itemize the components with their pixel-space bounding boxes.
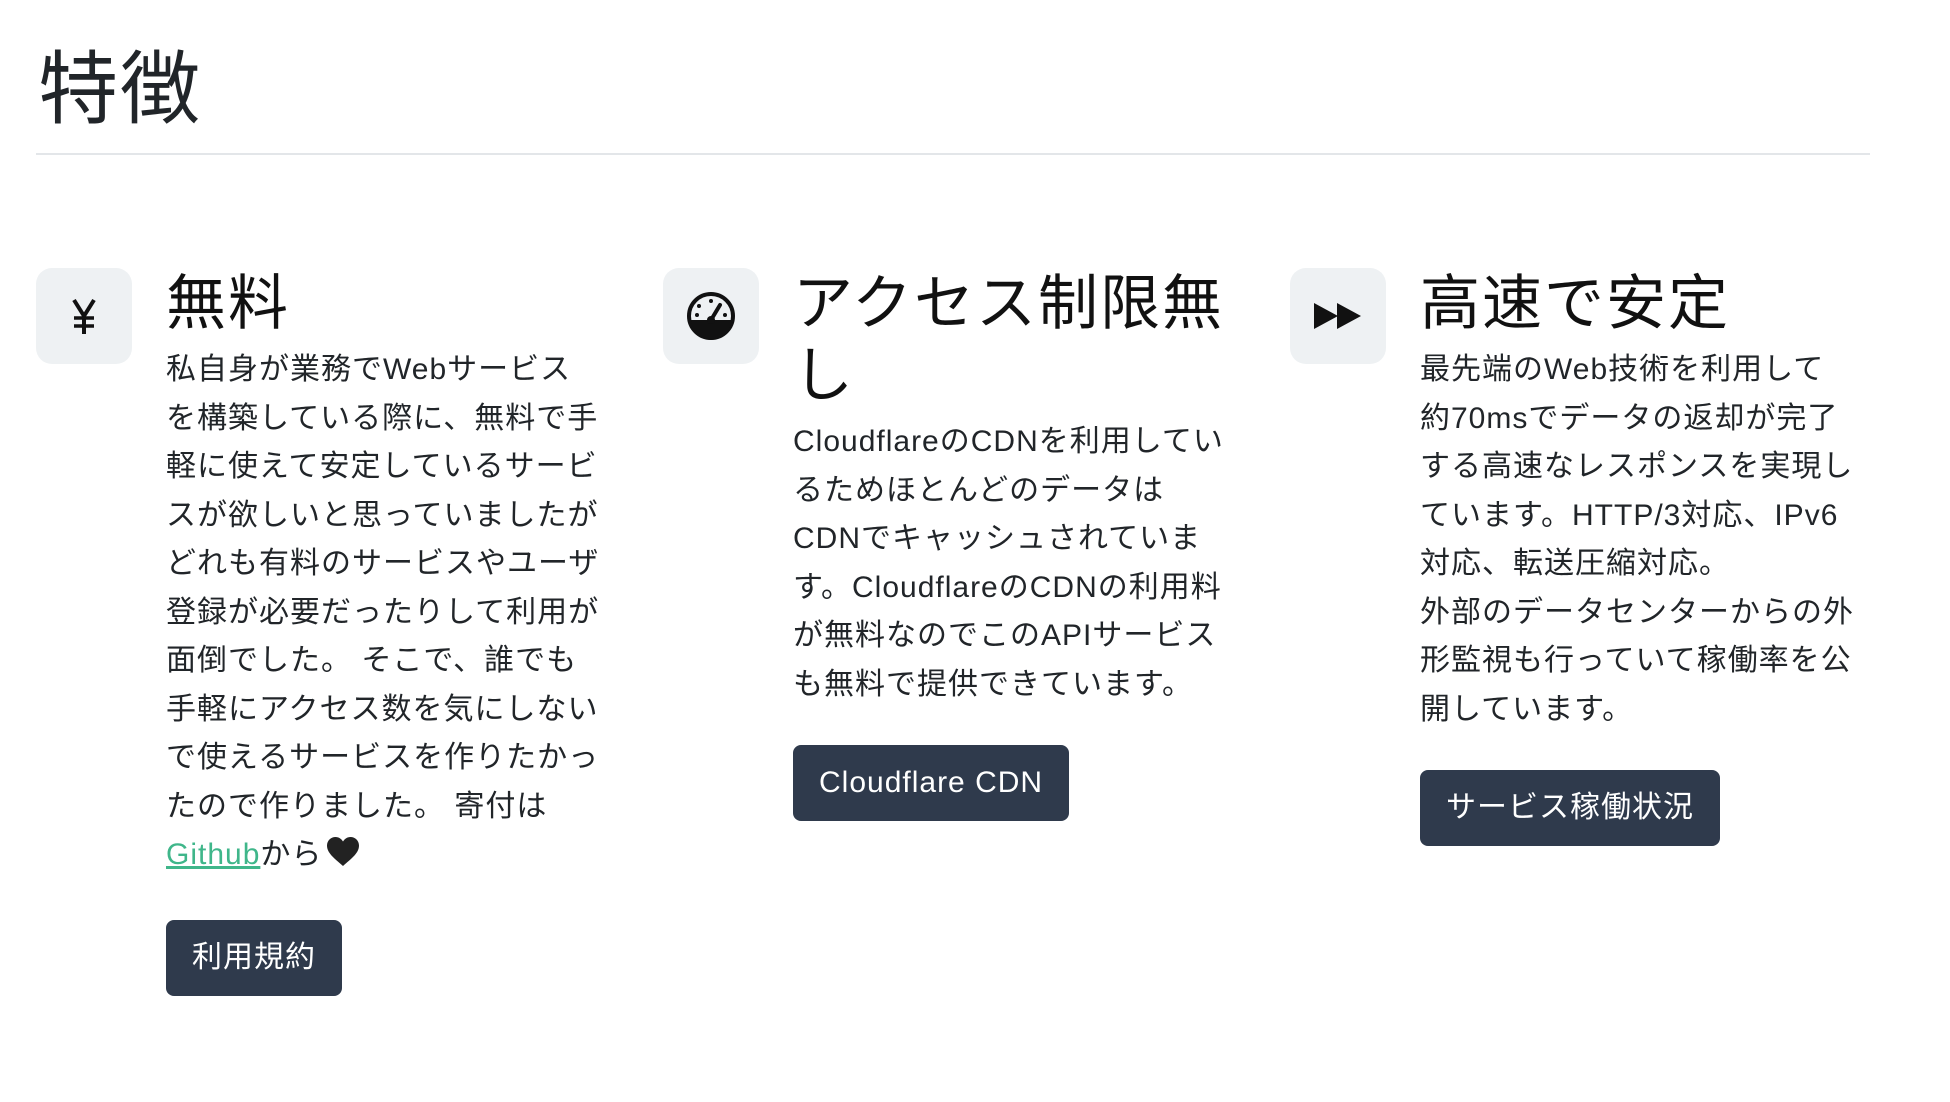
feature-description: 私自身が業務でWebサービス を構築している際に、無料で手 軽に使えて安定してい… <box>166 346 616 884</box>
fast-forward-icon <box>1290 268 1386 364</box>
title-divider <box>36 153 1870 155</box>
cloudflare-cdn-button[interactable]: Cloudflare CDN <box>793 745 1070 821</box>
feature-title: 高速で安定 <box>1420 269 1730 339</box>
service-status-button[interactable]: サービス稼働状況 <box>1420 770 1720 846</box>
feature-description: CloudflareのCDNを利用してい るためほとんどのデータは CDNでキャ… <box>793 425 1224 701</box>
terms-button[interactable]: 利用規約 <box>166 919 342 996</box>
speedometer-icon <box>663 268 759 364</box>
yen-icon <box>36 268 132 364</box>
features-section: 特徴 無料 私自身が業務でWebサービス を構築している際に、無料で手 軽に使え… <box>0 0 1950 1102</box>
page-title: 特徴 <box>38 43 202 136</box>
heart-icon <box>326 835 360 884</box>
github-link[interactable]: Github <box>166 838 260 871</box>
feature-title: アクセス制限無し <box>793 269 1224 411</box>
feature-description: 最先端のWeb技術を利用して 約70msでデータの返却が完了 する高速なレスポン… <box>1420 353 1854 726</box>
feature-title: 無料 <box>166 269 290 339</box>
